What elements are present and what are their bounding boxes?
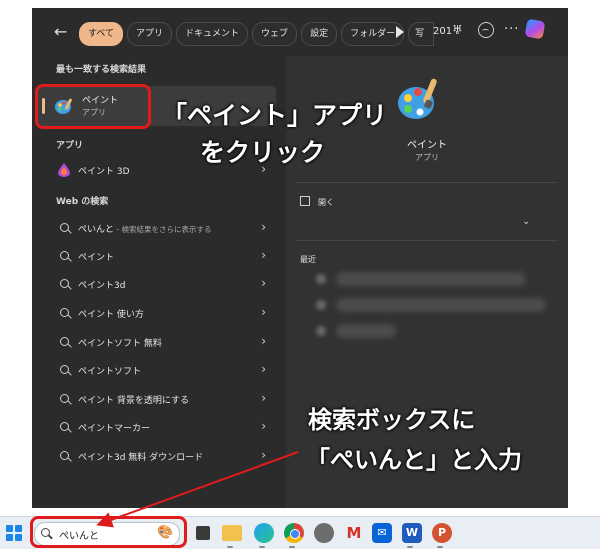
chip-folders[interactable]: フォルダー [341,22,405,46]
search-icon [60,251,69,260]
chip-apps[interactable]: アプリ [127,22,173,46]
search-icon [60,451,69,460]
annotation-click-paint-2: をクリック [200,138,326,167]
recent-heading: 最近 [300,255,316,264]
filter-chips: すべて アプリ ドキュメント ウェブ 設定 フォルダー 写 [79,22,435,46]
open-label: 開く [318,198,334,207]
chip-settings[interactable]: 設定 [301,22,338,46]
recent-file-blurred[interactable] [336,298,546,312]
chevron-right-icon[interactable]: › [261,419,266,433]
more-options-icon[interactable]: ··· [504,22,519,37]
chevron-right-icon[interactable]: › [261,391,266,405]
chevron-right-icon[interactable]: › [261,248,266,262]
trophy-icon[interactable]: ♅ [452,23,463,37]
web-result-label: ペイント3d [78,281,126,291]
chevron-right-icon[interactable]: › [261,276,266,290]
recent-file-blurred[interactable] [336,272,526,286]
annotation-type-search: 検索ボックスに [308,406,476,434]
app-icon[interactable] [314,523,334,543]
paint3d-icon [58,163,70,177]
divider [296,182,558,183]
mail-icon[interactable]: ✉ [372,523,392,543]
divider [296,240,558,241]
web-result[interactable]: ペイントソフト 無料 › [36,328,276,356]
search-panel: ← すべて アプリ ドキュメント ウェブ 設定 フォルダー 写 201 ♅ ··… [32,8,568,508]
chip-photos[interactable]: 写 [408,22,435,46]
chip-all[interactable]: すべて [79,22,124,46]
profile-icon[interactable] [478,22,494,38]
recent-file-icon [316,326,326,336]
web-result[interactable]: ぺいんと - 検索結果をさらに表示する › [36,214,276,242]
web-result-label: ペイントソフト 無料 [78,339,162,349]
rewards-points: 201 [433,26,453,37]
edge-icon[interactable] [254,523,274,543]
preview-title: ペイント [407,140,447,151]
chevron-right-icon[interactable]: › [261,362,266,376]
gmail-icon[interactable]: M [344,523,364,543]
search-icon [60,337,69,346]
web-result[interactable]: ペイント › [36,242,276,270]
search-icon [60,365,69,374]
search-icon [60,223,69,232]
chrome-icon[interactable] [284,523,304,543]
search-icon [60,394,69,403]
highlight-search-box [30,516,187,548]
search-icon [60,422,69,431]
web-result-label: ペイント3d 無料 ダウンロード [78,453,204,463]
paint-app-large-icon [398,78,437,119]
chevron-right-icon[interactable]: › [261,305,266,319]
chip-documents[interactable]: ドキュメント [176,22,249,46]
web-result[interactable]: ペイント3d › [36,270,276,298]
chip-web[interactable]: ウェブ [252,22,298,46]
web-result-label: ぺいんと - 検索結果をさらに表示する [78,225,212,235]
filter-bar: ← すべて アプリ ドキュメント ウェブ 設定 フォルダー 写 201 ♅ ··… [32,8,568,56]
annotation-click-paint: 「ペイント」アプリ [162,101,388,130]
web-result-label: ペイント 背景を透明にする [78,396,189,406]
web-result-label: ペイントソフト [78,367,142,377]
web-result[interactable]: ペイントソフト › [36,356,276,384]
web-result[interactable]: ペイントマーカー › [36,413,276,441]
search-icon [60,308,69,317]
play-icon[interactable] [396,26,404,38]
preview-subtitle: アプリ [415,153,439,162]
recent-file-blurred[interactable] [336,324,396,338]
word-icon[interactable]: W [402,523,422,543]
web-search-heading: Web の検索 [56,197,109,207]
recent-file-icon [316,300,326,310]
annotation-type-search-2: 「ぺいんと」と入力 [306,446,522,474]
highlight-paint-result [35,84,151,129]
task-view-icon[interactable] [196,526,210,540]
open-action[interactable]: 開く [300,196,334,208]
file-explorer-icon[interactable] [222,525,242,541]
search-icon [60,279,69,288]
web-result-label: ペイント [78,253,115,263]
windows-start-icon[interactable] [6,525,22,541]
recent-file-icon [316,274,326,284]
chevron-right-icon[interactable]: › [261,448,266,462]
chevron-right-icon[interactable]: › [261,220,266,234]
powerpoint-icon[interactable]: P [432,523,452,543]
open-icon [300,196,310,206]
app-item-label: ペイント 3D [78,167,130,177]
best-match-heading: 最も一致する検索結果 [56,65,147,75]
web-result-label: ペイント 使い方 [78,310,144,320]
web-result[interactable]: ペイント3d 無料 ダウンロード › [36,442,276,470]
web-result-label: ペイントマーカー [78,424,151,434]
chevron-down-icon[interactable]: ⌄ [522,216,530,227]
web-result[interactable]: ペイント 使い方 › [36,299,276,327]
copilot-icon[interactable] [524,18,546,40]
chevron-right-icon[interactable]: › [261,334,266,348]
back-arrow-icon[interactable]: ← [54,22,67,41]
apps-heading: アプリ [56,141,84,151]
web-result[interactable]: ペイント 背景を透明にする › [36,385,276,413]
